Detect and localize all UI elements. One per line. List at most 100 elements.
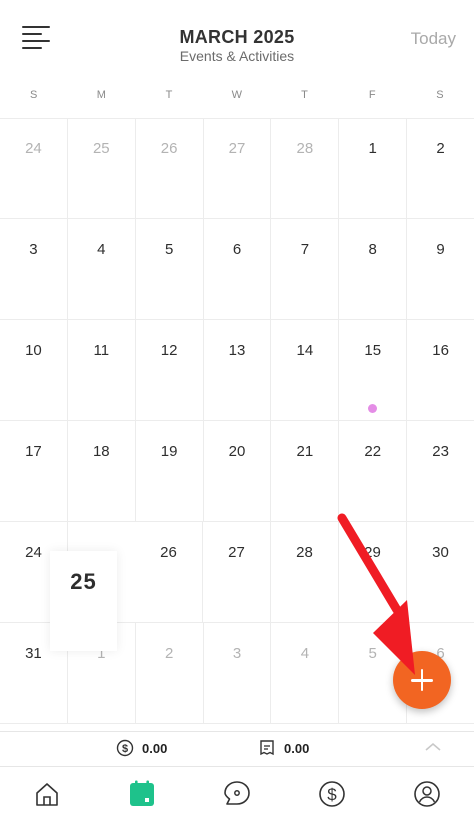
calendar-day[interactable]: 21: [271, 421, 340, 521]
calendar-day[interactable]: 4: [68, 219, 136, 319]
calendar-day[interactable]: 29: [339, 522, 407, 622]
tab-home[interactable]: [0, 766, 95, 821]
calendar-week-row: 24 25 26 27 28 1 2: [0, 118, 474, 219]
day-number: 27: [228, 140, 246, 157]
calendar-day[interactable]: 24: [0, 118, 68, 218]
day-number: 2: [164, 645, 174, 662]
calendar-week-row: 10 11 12 13 14 15 16: [0, 320, 474, 421]
home-icon: [36, 782, 59, 806]
event-dot-icon: [368, 404, 378, 413]
svg-text:$: $: [327, 785, 337, 804]
day-number: 13: [228, 342, 246, 359]
weekday-label: T: [165, 89, 173, 101]
chat-icon: [224, 780, 250, 805]
day-number: 3: [232, 645, 242, 662]
day-number: 11: [93, 342, 110, 359]
calendar-day[interactable]: 15: [339, 320, 408, 420]
calendar-day[interactable]: 20: [204, 421, 272, 521]
calendar-day[interactable]: 27: [204, 118, 272, 218]
calendar-day[interactable]: 10: [0, 320, 68, 420]
receipt-value: 0.00: [284, 740, 310, 756]
day-number: 29: [364, 544, 381, 561]
receipt-summary[interactable]: 0.00: [258, 739, 309, 757]
money-summary[interactable]: $ 0.00: [116, 739, 167, 757]
calendar-day[interactable]: 3: [204, 623, 272, 723]
day-number: 28: [296, 140, 314, 157]
tab-bar: $: [0, 766, 474, 821]
money-value: 0.00: [142, 740, 168, 756]
day-number: 27: [228, 544, 245, 561]
calendar-day[interactable]: 22: [339, 421, 408, 521]
calendar-day[interactable]: 19: [136, 421, 204, 521]
calendar-day[interactable]: 27: [203, 522, 271, 622]
day-number: 15: [364, 342, 382, 359]
calendar-day[interactable]: 26: [135, 522, 203, 622]
weekday-header: S M T W T F S: [0, 78, 474, 119]
day-number: 26: [160, 544, 177, 561]
day-number: 30: [432, 544, 449, 561]
coin-icon: $: [116, 739, 134, 757]
day-number: 19: [160, 443, 178, 460]
day-number: 16: [432, 342, 449, 359]
weekday-label: F: [368, 89, 377, 101]
calendar-week-row: 24 25 26 27 28 29 30: [0, 522, 474, 651]
month-title[interactable]: MARCH 2025: [0, 27, 474, 48]
day-number: 6: [232, 241, 242, 258]
dollar-icon: $: [318, 780, 345, 807]
calendar-day[interactable]: 9: [407, 219, 474, 319]
calendar-day[interactable]: 11: [68, 320, 136, 420]
tab-calendar[interactable]: [95, 766, 190, 821]
calendar-day[interactable]: 12: [136, 320, 204, 420]
calendar-day[interactable]: 6: [204, 219, 272, 319]
calendar-day[interactable]: 2: [136, 623, 204, 723]
weekday-label: W: [231, 89, 243, 101]
tab-chat[interactable]: [190, 766, 285, 821]
day-number: 20: [228, 443, 246, 460]
day-number: 3: [29, 241, 38, 258]
calendar-day[interactable]: 8: [339, 219, 408, 319]
calendar-day[interactable]: 1: [339, 118, 408, 218]
calendar-day[interactable]: 16: [407, 320, 474, 420]
calendar-day[interactable]: 14: [271, 320, 340, 420]
add-event-button[interactable]: [393, 651, 451, 709]
calendar-day[interactable]: 17: [0, 421, 68, 521]
tab-money[interactable]: $: [284, 766, 379, 821]
calendar-day[interactable]: 26: [136, 118, 204, 218]
calendar-day[interactable]: 28: [271, 522, 339, 622]
day-number: 12: [160, 342, 178, 359]
day-number: 25: [70, 569, 97, 594]
calendar-day[interactable]: 7: [271, 219, 340, 319]
calendar-grid: 24 25 26 27 28 1 2 3 4 5 6 7 8 9 10 11 12 13 14 15 16 17 18 19 2…: [0, 118, 474, 724]
tab-profile[interactable]: [379, 766, 474, 821]
weekday-label: S: [29, 89, 38, 101]
weekday-label: S: [436, 89, 445, 101]
day-number: 10: [25, 342, 42, 359]
calendar-day-today[interactable]: 25: [50, 551, 117, 651]
svg-text:$: $: [122, 743, 128, 755]
day-number: 2: [436, 140, 445, 157]
calendar-day[interactable]: 3: [0, 219, 68, 319]
calendar-week-row: 3 4 5 6 7 8 9: [0, 219, 474, 320]
calendar-day[interactable]: 23: [407, 421, 474, 521]
day-number: 22: [364, 443, 382, 460]
day-number: 25: [92, 140, 110, 157]
calendar-day[interactable]: 28: [271, 118, 340, 218]
month-subtitle: Events & Activities: [179, 48, 295, 64]
day-number: 23: [432, 443, 449, 460]
day-number: 14: [296, 342, 314, 359]
day-number: 8: [368, 241, 377, 258]
calendar-day[interactable]: 18: [68, 421, 136, 521]
calendar-day[interactable]: 25: [68, 118, 136, 218]
today-button[interactable]: Today: [411, 29, 456, 49]
chevron-up-icon[interactable]: [424, 742, 442, 752]
calendar-day[interactable]: 2: [407, 118, 474, 218]
calendar-day[interactable]: 30: [407, 522, 474, 622]
day-number: 5: [164, 241, 174, 258]
calendar-day[interactable]: 5: [136, 219, 204, 319]
calendar-day[interactable]: 13: [204, 320, 272, 420]
calendar-day[interactable]: 4: [271, 623, 340, 723]
day-number: 1: [368, 140, 377, 157]
day-number: 18: [92, 443, 110, 460]
day-number: 28: [296, 544, 313, 561]
receipt-icon: [260, 740, 274, 756]
